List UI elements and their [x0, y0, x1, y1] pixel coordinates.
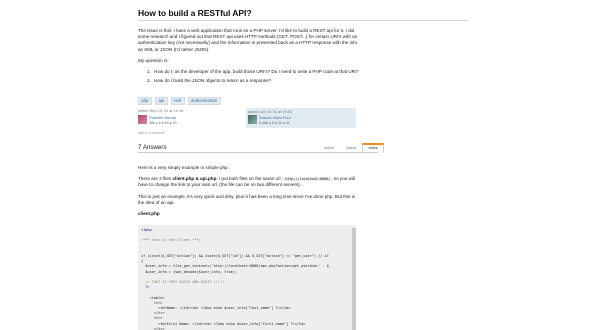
question-paragraph: My question is:: [138, 57, 169, 63]
list-item: 2. How do I build the JSON objects to re…: [147, 78, 360, 84]
answer-paragraph: There are 2 files client.php & api.php. …: [138, 176, 360, 188]
answer-text: There are 2 files: [138, 176, 173, 182]
code-block[interactable]: <?php /*** this is the client ***/ if (i…: [138, 225, 356, 330]
answer-file-heading: client.php: [138, 211, 360, 217]
inline-code-url: http://localhost:8888/: [284, 177, 332, 182]
code-line: if (isset($_GET["action"]) && isset($_GE…: [141, 254, 329, 259]
code-scrollbar[interactable]: [352, 228, 356, 330]
tag-list: php api rest authentication: [138, 97, 221, 105]
editor-name[interactable]: Praveen Kumar: [149, 115, 176, 120]
question-paragraph: The issue is this: I have a web applicat…: [138, 28, 358, 52]
list-text: How do I, as the developer of the app, b…: [154, 68, 359, 74]
code-line: <td>First Name: </td><td> <?php echo $us…: [141, 321, 306, 326]
avatar[interactable]: [138, 115, 147, 125]
code-line: /*** this is the client ***/: [141, 238, 201, 243]
code-line: $user_info = file_get_contents('http://l…: [141, 264, 332, 269]
code-line: // THAT IS VERY QUICK AND DIRTY !!!!!: [141, 280, 225, 285]
code-line: {: [141, 259, 144, 264]
editor-user: Praveen Kumar 38k ● 6 ● 63 ● 93: [138, 115, 223, 126]
client-file-label: client.php: [138, 210, 160, 216]
code-line: <tr>: [141, 300, 163, 305]
code-line: <td>Name: </td><td> <?php echo $user_inf…: [141, 306, 291, 311]
editor-signature: edited Sep 15 '14 at 12:44 Praveen Kumar…: [138, 108, 223, 128]
editor-reputation: 38k ● 6 ● 63 ● 93: [149, 121, 177, 126]
answer-body: Here is a very simply example in simple …: [138, 165, 360, 222]
files-label: client.php & api.php: [172, 176, 217, 182]
edited-timestamp[interactable]: edited Sep 15 '14 at 12:44: [138, 108, 183, 113]
tag-authentication[interactable]: authentication: [187, 97, 221, 105]
tag-php[interactable]: php: [138, 97, 152, 105]
code-line: <tr>: [141, 316, 163, 321]
answer-paragraph: Here is a very simply example in simple …: [138, 165, 229, 170]
asker-reputation: 5,466 ● 5 ● 22 ● 41: [259, 121, 290, 126]
title-divider: [138, 20, 468, 21]
answer-text: . I put both files on the same url :: [216, 176, 285, 182]
asker-signature: asked Jan 13 '11 at 19:00 Sharon Haim Po…: [246, 108, 356, 128]
tag-api[interactable]: api: [155, 97, 168, 105]
code-line: $user_info = json_decode($user_info, tru…: [141, 269, 238, 274]
code-line: ?>: [141, 285, 150, 290]
question-list: 1. How do I, as the developer of the app…: [147, 69, 360, 84]
code-line: </tr>: [141, 311, 165, 316]
asker-user: Sharon Haim Pour 5,466 ● 5 ● 22 ● 41: [248, 115, 354, 126]
asked-timestamp: asked Jan 13 '11 at 19:00: [248, 109, 293, 114]
avatar[interactable]: [248, 115, 257, 125]
list-item: 1. How do I, as the developer of the app…: [147, 69, 360, 75]
list-text: How do I build the JSON objects to retur…: [154, 78, 272, 84]
tag-rest[interactable]: rest: [170, 97, 185, 105]
asker-name[interactable]: Sharon Haim Pour: [259, 115, 291, 120]
list-number: 1.: [147, 68, 151, 74]
list-number: 2.: [147, 78, 151, 84]
code-line: <?php: [141, 228, 152, 232]
question-title[interactable]: How to build a RESTful API?: [138, 8, 252, 20]
question-body: The issue is this: I have a web applicat…: [138, 28, 360, 89]
code-line: <table>: [141, 295, 165, 300]
code-content: <?php /*** this is the client ***/ if (i…: [141, 228, 353, 330]
answer-paragraph: This is just an example, it's very quick…: [138, 193, 355, 205]
add-comment-link[interactable]: add a comment: [138, 131, 164, 136]
stack-overflow-page: How to build a RESTful API? The issue is…: [0, 0, 600, 330]
answers-divider: [138, 152, 378, 153]
